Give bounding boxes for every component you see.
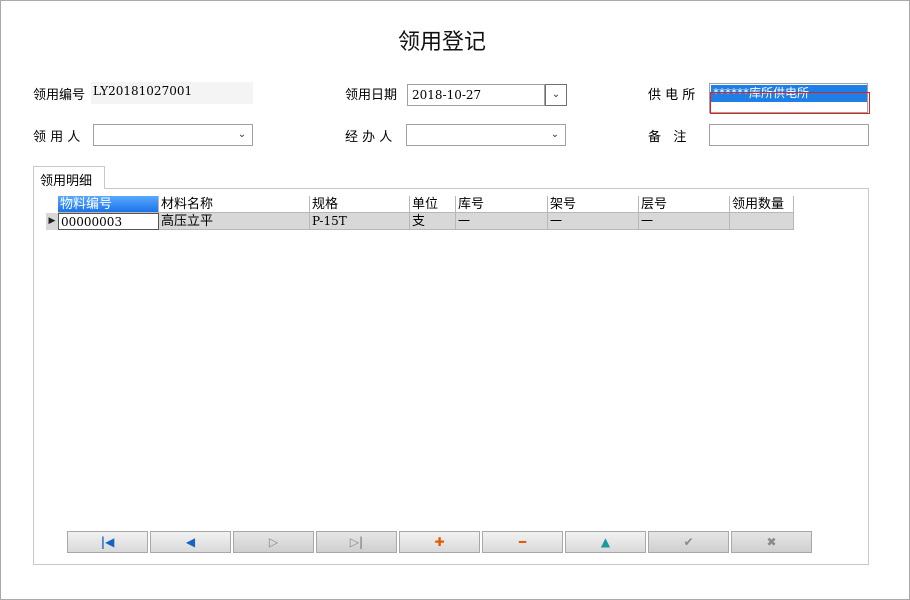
- cancel-record-icon: ✖: [766, 535, 777, 549]
- column-header[interactable]: 层号: [639, 196, 730, 213]
- table-cell[interactable]: 一: [456, 213, 548, 230]
- chevron-down-icon[interactable]: ⌄: [549, 129, 561, 141]
- table-cell[interactable]: 00000003: [58, 213, 159, 230]
- first-record-icon: |◀: [100, 535, 115, 549]
- delete-record-icon: ━: [518, 535, 527, 549]
- supply-station-label: 供 电 所: [648, 88, 696, 103]
- requisition-no-field: LY20181027001: [91, 82, 253, 104]
- requester-combobox[interactable]: ⌄: [93, 124, 253, 146]
- column-header[interactable]: 规格: [310, 196, 410, 213]
- column-header[interactable]: 库号: [456, 196, 548, 213]
- table-cell[interactable]: 一: [548, 213, 639, 230]
- requisition-no-label: 领用编号: [33, 88, 86, 103]
- focus-highlight: [710, 92, 870, 114]
- delete-record-button[interactable]: ━: [482, 531, 563, 553]
- detail-panel: [33, 188, 869, 565]
- column-header[interactable]: 物料编号: [58, 196, 159, 213]
- next-record-icon: ▷: [268, 535, 279, 549]
- next-record-button[interactable]: ▷: [233, 531, 314, 553]
- prev-record-icon: ◀: [185, 535, 196, 549]
- edit-record-button[interactable]: ▲: [565, 531, 646, 553]
- insert-record-button[interactable]: ✚: [399, 531, 480, 553]
- prev-record-button[interactable]: ◀: [150, 531, 231, 553]
- first-record-button[interactable]: |◀: [67, 531, 148, 553]
- table-cell[interactable]: 高压立平: [159, 213, 310, 230]
- handler-combobox[interactable]: ⌄: [406, 124, 566, 146]
- handler-label: 经 办 人: [345, 130, 393, 145]
- column-header[interactable]: 材料名称: [159, 196, 310, 213]
- edit-record-icon: ▲: [600, 535, 611, 549]
- table-cell[interactable]: P-15T: [310, 213, 410, 230]
- column-header[interactable]: 架号: [548, 196, 639, 213]
- chevron-down-icon[interactable]: ⌄: [236, 129, 248, 141]
- date-picker-button[interactable]: ⌄: [545, 84, 567, 106]
- post-record-icon: ✔: [683, 535, 694, 549]
- requester-label: 领 用 人: [33, 130, 81, 145]
- remarks-field[interactable]: [709, 124, 869, 146]
- insert-record-icon: ✚: [434, 535, 445, 549]
- requisition-date-label: 领用日期: [345, 88, 398, 103]
- table-row[interactable]: ▶ 00000003 高压立平 P-15T 支 一 一 一: [46, 213, 794, 230]
- row-indicator-icon: ▶: [48, 216, 56, 226]
- last-record-icon: ▷|: [349, 535, 364, 549]
- page-title: 领用登记: [397, 30, 486, 55]
- table-cell[interactable]: 支: [410, 213, 456, 230]
- remarks-label: 备 注: [648, 130, 687, 145]
- last-record-button[interactable]: ▷|: [316, 531, 397, 553]
- chevron-down-icon: ⌄: [551, 89, 561, 100]
- cancel-record-button[interactable]: ✖: [731, 531, 812, 553]
- column-header[interactable]: 领用数量: [730, 196, 794, 213]
- table-cell[interactable]: 一: [639, 213, 730, 230]
- column-header[interactable]: 单位: [410, 196, 456, 213]
- tab-detail[interactable]: 领用明细: [33, 166, 105, 189]
- table-cell[interactable]: [730, 213, 794, 230]
- post-record-button[interactable]: ✔: [648, 531, 729, 553]
- supply-station-field[interactable]: ******库所供电所: [709, 83, 870, 114]
- requisition-date-field[interactable]: 2018-10-27: [407, 84, 545, 106]
